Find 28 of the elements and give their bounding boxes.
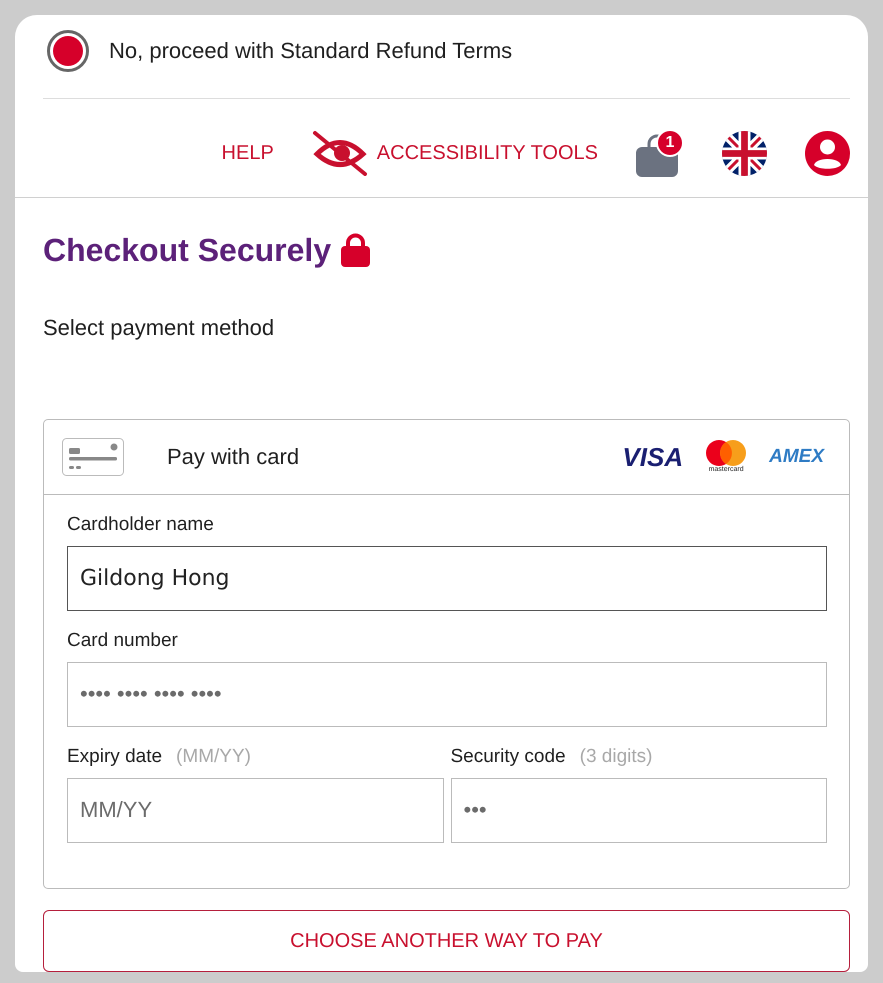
credit-card-icon xyxy=(62,438,124,476)
page-title: Checkout Securely xyxy=(43,231,332,269)
field-hint: (MM/YY) xyxy=(176,745,251,769)
option-label: No, proceed with Standard Refund Terms xyxy=(109,37,512,65)
radio-button[interactable] xyxy=(47,30,89,72)
cart-button[interactable]: 1 xyxy=(636,129,684,177)
eye-slash-icon xyxy=(312,130,368,176)
text-input-field[interactable]: •••• •••• •••• •••• xyxy=(67,662,827,727)
help-link[interactable]: HELP xyxy=(222,141,274,165)
panel-title: Pay with card xyxy=(167,443,300,471)
section-subtitle: Select payment method xyxy=(43,314,276,342)
field-label: Expiry date xyxy=(67,745,162,769)
account-icon[interactable] xyxy=(805,130,850,176)
field-label: Security code xyxy=(450,745,566,769)
uk-flag-icon[interactable] xyxy=(722,130,767,176)
text-input-field[interactable]: ••• xyxy=(450,778,827,843)
padlock-icon xyxy=(341,233,370,267)
text-input-field[interactable]: MM/YY xyxy=(67,778,444,843)
field-label: Card number xyxy=(67,629,178,653)
card-brand-name: AMEX xyxy=(769,446,824,468)
field-hint: (3 digits) xyxy=(580,745,652,769)
choose-another-way-button[interactable]: CHOOSE ANOTHER WAY TO PAY xyxy=(43,910,850,972)
card-brand-name: VISA xyxy=(622,443,684,471)
accessibility-tools-button[interactable]: ACCESSIBILITY TOOLS xyxy=(312,130,598,176)
field-label: Cardholder name xyxy=(67,513,214,537)
cart-count-badge: 1 xyxy=(656,129,684,157)
overlapping-circles-icon xyxy=(706,440,746,466)
text-input-field[interactable]: Gildong Hong xyxy=(67,546,827,611)
